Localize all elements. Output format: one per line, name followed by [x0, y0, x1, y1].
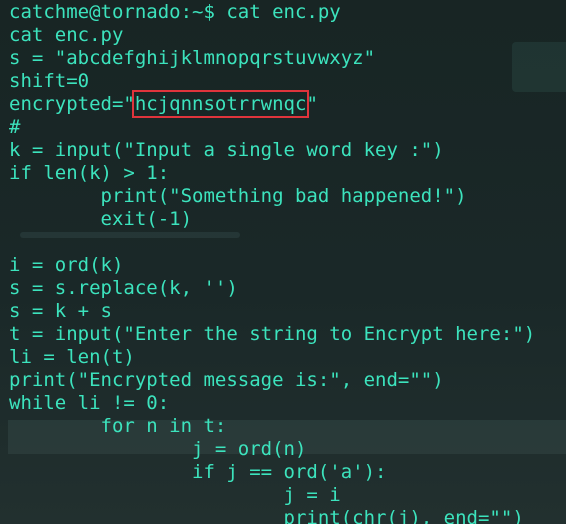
code-line: s = s.replace(k, '')	[9, 277, 238, 299]
code-line: cat enc.py	[9, 24, 124, 46]
encrypted-value-highlight: hcjqnnsotrrwnqc	[131, 90, 310, 118]
shell-prompt: catchme@tornado:~$ cat enc.py	[9, 1, 341, 23]
encrypted-line: encrypted="hcjqnnsotrrwnqc"	[9, 90, 535, 118]
code-line: li = len(t)	[9, 346, 135, 368]
code-line: j = i	[9, 484, 341, 506]
code-line: if len(k) > 1:	[9, 162, 170, 184]
encrypted-prefix: encrypted="	[9, 93, 135, 115]
code-line: k = input("Input a single word key :")	[9, 139, 444, 161]
code-line: print("Encrypted message is:", end="")	[9, 369, 444, 391]
encrypted-suffix: "	[306, 93, 318, 115]
code-line: i = ord(k)	[9, 254, 124, 276]
code-line: shift=0	[9, 70, 90, 92]
code-line: #	[9, 116, 21, 138]
code-line: if j == ord('a'):	[9, 461, 387, 483]
code-line: s = "abcdefghijklmnopqrstuvwxyz"	[9, 47, 376, 69]
terminal-window[interactable]: catchme@tornado:~$ cat enc.py cat enc.py…	[0, 0, 566, 524]
code-line: print("Something bad happened!")	[9, 185, 467, 207]
code-line: t = input("Enter the string to Encrypt h…	[9, 323, 536, 345]
code-line: while li != 0:	[9, 392, 170, 414]
code-line: for n in t:	[9, 415, 227, 437]
terminal-output: catchme@tornado:~$ cat enc.py cat enc.py…	[9, 1, 535, 524]
code-line: s = k + s	[9, 300, 112, 322]
code-line: print(chr(j), end="")	[9, 507, 524, 524]
code-line: j = ord(n)	[9, 438, 307, 460]
code-line: exit(-1)	[9, 208, 193, 230]
